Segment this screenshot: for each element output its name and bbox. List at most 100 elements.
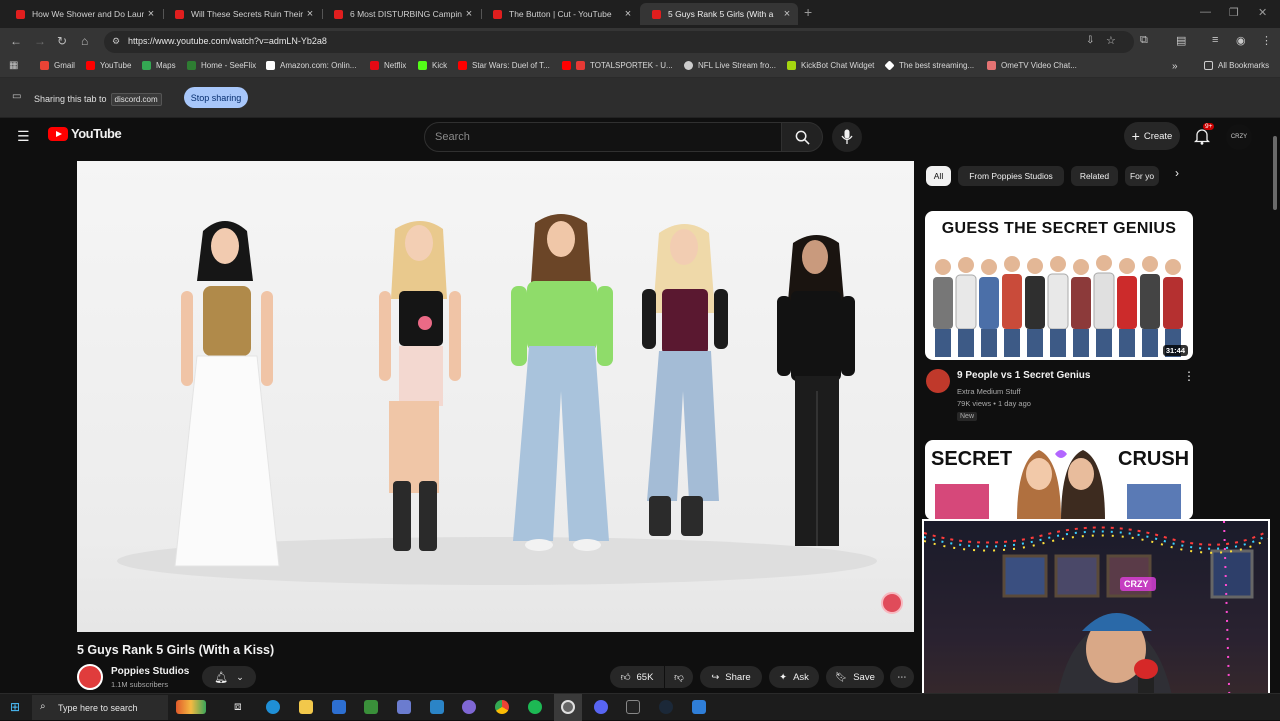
- new-tab-icon[interactable]: +: [804, 4, 812, 20]
- channel-watermark-icon[interactable]: [881, 592, 903, 614]
- back-icon[interactable]: ←: [10, 34, 22, 48]
- windows-start-icon[interactable]: ⊞: [10, 700, 20, 714]
- dislike-button[interactable]: 👎︎: [665, 666, 693, 688]
- chip-for-you[interactable]: For yo: [1125, 166, 1159, 186]
- bookmark-item[interactable]: Netflix: [370, 61, 406, 70]
- more-bookmarks-icon[interactable]: »: [1172, 61, 1178, 72]
- site-info-icon[interactable]: ⚙: [112, 36, 120, 47]
- webcam-scene-illustration: [924, 521, 1268, 718]
- close-tab-icon[interactable]: ×: [462, 8, 476, 20]
- recommended-thumbnail[interactable]: GUESS THE SECRET GENIUS 31:44: [925, 211, 1193, 360]
- close-window-icon[interactable]: ✕: [1258, 6, 1267, 19]
- recommended-title[interactable]: 9 People vs 1 Secret Genius: [957, 370, 1090, 381]
- edge-browser-icon[interactable]: [266, 700, 280, 714]
- steam-icon[interactable]: [659, 700, 673, 714]
- save-button[interactable]: 🔖︎ Save: [826, 666, 884, 688]
- home-icon[interactable]: ⌂: [81, 34, 88, 48]
- bookmark-item[interactable]: YouTube: [86, 61, 131, 70]
- browser-tab[interactable]: The Button | Cut - YouTube ×: [481, 3, 639, 25]
- account-avatar[interactable]: CRZY: [1226, 124, 1252, 150]
- profile-icon[interactable]: ◉: [1236, 34, 1246, 47]
- app-icon[interactable]: [430, 700, 444, 714]
- app-icon[interactable]: [626, 700, 640, 714]
- news-widget-icon[interactable]: [176, 700, 206, 714]
- stop-sharing-button[interactable]: Stop sharing: [184, 87, 248, 108]
- ask-button[interactable]: ✦ Ask: [769, 666, 819, 688]
- install-app-icon[interactable]: ⇩: [1086, 35, 1094, 46]
- chip-all[interactable]: All: [926, 166, 951, 186]
- video-player[interactable]: [77, 161, 914, 632]
- share-button[interactable]: ↪ Share: [700, 666, 762, 688]
- bookmark-item[interactable]: Star Wars: Duel of T...: [458, 61, 550, 70]
- more-vertical-icon[interactable]: ⋮: [1183, 369, 1195, 383]
- task-view-icon[interactable]: ⧈: [234, 699, 242, 714]
- media-controls-icon[interactable]: ≡: [1212, 34, 1218, 46]
- page-scrollbar[interactable]: [1270, 118, 1280, 693]
- more-horizontal-icon: ⋯: [897, 671, 907, 683]
- more-actions-button[interactable]: ⋯: [890, 666, 914, 688]
- bookmark-item[interactable]: Maps: [142, 61, 176, 70]
- recommended-channel[interactable]: Extra Medium Stuff: [957, 387, 1021, 396]
- like-button[interactable]: 👍︎ 65K: [610, 666, 664, 688]
- file-explorer-icon[interactable]: [299, 700, 313, 714]
- taskbar-search-input[interactable]: ⌕ Type here to search: [32, 695, 168, 720]
- subscribe-notifications-button[interactable]: 🔔︎ ⌄: [202, 666, 256, 688]
- bookmark-item[interactable]: Gmail: [40, 61, 75, 70]
- amazon-icon: [266, 61, 275, 70]
- bookmarks-bar: ▦ Gmail YouTube Maps Home - SeeFlix Amaz…: [0, 56, 1280, 78]
- bookmark-item[interactable]: OmeTV Video Chat...: [987, 61, 1077, 70]
- discord-icon[interactable]: [594, 700, 608, 714]
- apps-grid-icon[interactable]: ▦: [9, 60, 18, 71]
- create-button[interactable]: + Create: [1124, 122, 1180, 150]
- extensions-icon[interactable]: ⧉: [1140, 34, 1148, 47]
- browser-tab-active[interactable]: 5 Guys Rank 5 Girls (With a ×: [640, 3, 798, 25]
- bookmark-item[interactable]: TOTALSPORTEK - U...: [562, 61, 673, 70]
- minimize-icon[interactable]: —: [1200, 6, 1211, 18]
- bookmark-star-icon[interactable]: ☆: [1106, 34, 1116, 47]
- hamburger-menu-icon[interactable]: ☰: [17, 128, 30, 145]
- close-tab-icon[interactable]: ×: [621, 8, 635, 20]
- browser-tab[interactable]: Will These Secrets Ruin Their R ×: [163, 3, 321, 25]
- recommended-thumbnail[interactable]: SECRET CRUSH: [925, 440, 1193, 520]
- all-bookmarks-folder[interactable]: All Bookmarks: [1204, 61, 1269, 70]
- bookmark-item[interactable]: Home - SeeFlix: [187, 61, 256, 70]
- browser-tab[interactable]: 6 Most DISTURBING Camping ×: [322, 3, 480, 25]
- app-icon[interactable]: [364, 700, 378, 714]
- bookmark-item[interactable]: Amazon.com: Onlin...: [266, 61, 356, 70]
- bookmark-label: Star Wars: Duel of T...: [472, 61, 550, 70]
- search-button[interactable]: [781, 122, 823, 152]
- spotify-icon[interactable]: [528, 700, 542, 714]
- side-panel-icon[interactable]: ▤: [1176, 34, 1186, 47]
- app-icon[interactable]: [462, 700, 476, 714]
- channel-avatar[interactable]: [926, 369, 950, 393]
- bookmark-item[interactable]: Kick: [418, 61, 447, 70]
- voice-search-button[interactable]: [832, 122, 862, 152]
- youtube-logo[interactable]: YouTube: [48, 126, 122, 141]
- close-tab-icon[interactable]: ×: [144, 8, 158, 20]
- close-tab-icon[interactable]: ×: [303, 8, 317, 20]
- bookmark-label: Kick: [432, 61, 448, 70]
- channel-avatar[interactable]: [77, 664, 103, 690]
- store-icon[interactable]: [332, 700, 346, 714]
- scrollbar-thumb[interactable]: [1273, 136, 1277, 210]
- channel-name[interactable]: Poppies Studios: [111, 666, 189, 677]
- chrome-icon[interactable]: [495, 700, 509, 714]
- browser-tab[interactable]: How We Shower and Do Laund ×: [4, 3, 162, 25]
- reload-icon[interactable]: ↻: [57, 34, 67, 48]
- menu-kebab-icon[interactable]: ⋮: [1261, 34, 1272, 47]
- chevron-right-icon[interactable]: ›: [1167, 166, 1187, 186]
- chip-related[interactable]: Related: [1071, 166, 1118, 186]
- app-icon[interactable]: [692, 700, 706, 714]
- search-input[interactable]: Search: [424, 122, 782, 152]
- bookmark-item[interactable]: NFL Live Stream fro...: [684, 61, 776, 70]
- forward-icon[interactable]: →: [34, 34, 46, 48]
- close-tab-icon[interactable]: ×: [780, 8, 794, 20]
- chip-from-channel[interactable]: From Poppies Studios: [958, 166, 1064, 186]
- obs-icon[interactable]: [561, 700, 575, 714]
- address-bar[interactable]: ⚙ https://www.youtube.com/watch?v=admLN-…: [104, 31, 1134, 53]
- restore-icon[interactable]: ❐: [1229, 6, 1239, 19]
- notifications-button[interactable]: 9+: [1193, 123, 1215, 150]
- app-icon[interactable]: [397, 700, 411, 714]
- bookmark-item[interactable]: KickBot Chat Widget: [787, 61, 874, 70]
- bookmark-item[interactable]: The best streaming...: [884, 60, 974, 71]
